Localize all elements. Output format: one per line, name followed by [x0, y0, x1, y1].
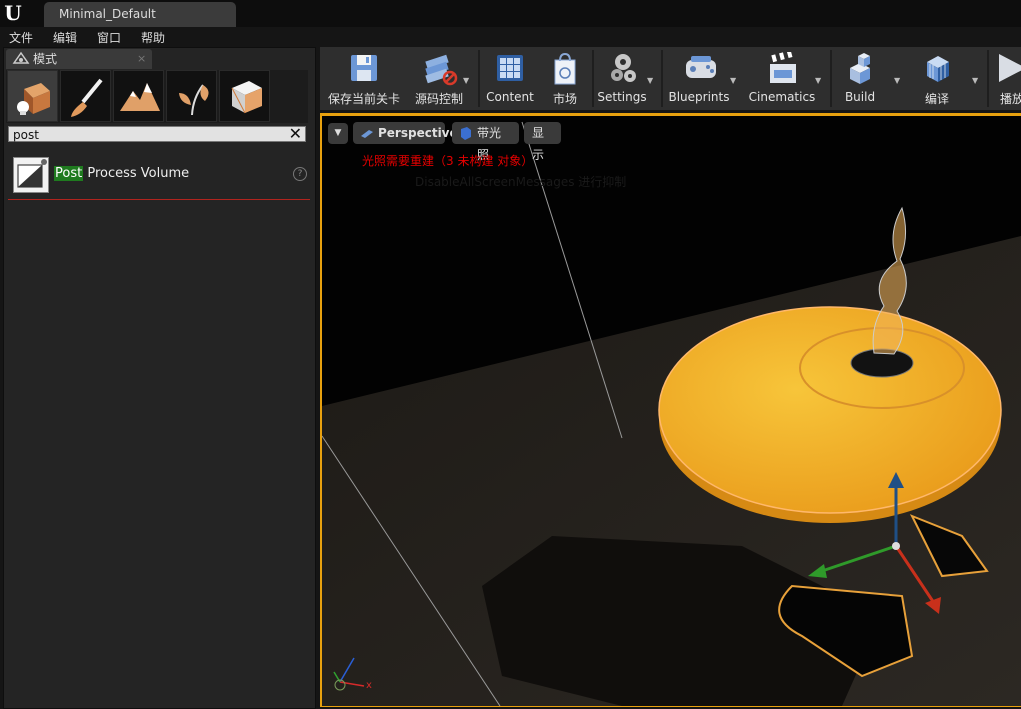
play-button[interactable]: 播放	[993, 47, 1021, 110]
save-icon	[348, 52, 380, 84]
list-item[interactable]: Post Process Volume ?	[8, 153, 310, 200]
help-icon[interactable]: ?	[293, 167, 307, 181]
landscape-mode-icon[interactable]	[113, 70, 164, 122]
scene-render	[322, 121, 1021, 706]
modes-panel: 模式 × post ✕ Post Process Volume ?	[3, 47, 316, 709]
build-dropdown-icon[interactable]: ▼	[894, 76, 900, 85]
cinematics-button[interactable]: Cinematics	[744, 47, 820, 110]
settings-icon	[607, 52, 639, 84]
cinematics-dropdown-icon[interactable]: ▼	[815, 76, 821, 85]
menu-bar: 文件 编辑 窗口 帮助	[0, 27, 1021, 46]
mode-toolbar	[6, 70, 308, 123]
compile-dropdown-icon[interactable]: ▼	[972, 76, 978, 85]
toolbar-separator	[830, 50, 832, 107]
level-viewport[interactable]: x ▼ Perspective 带光照 显示 光照需要重建（3 未构建 对象） …	[322, 116, 1021, 706]
content-icon	[494, 52, 526, 84]
marketplace-button[interactable]: 市场	[542, 47, 588, 110]
compile-button[interactable]: 编译	[912, 47, 962, 110]
build-button[interactable]: Build	[836, 47, 884, 110]
marketplace-icon	[549, 52, 581, 85]
blueprints-dropdown-icon[interactable]: ▼	[730, 76, 736, 85]
content-button[interactable]: Content	[484, 47, 536, 110]
source-control-icon	[422, 52, 458, 86]
lit-sphere-icon	[459, 122, 473, 151]
blueprints-button[interactable]: Blueprints	[667, 47, 731, 110]
post-process-volume-icon	[13, 157, 49, 193]
menu-window[interactable]: 窗口	[97, 29, 121, 46]
toolbar-separator	[478, 50, 480, 107]
level-editor-toolbar: 保存当前关卡 源码控制 ▼ Content 市场 Settings ▼ Blue…	[320, 47, 1021, 110]
menu-help[interactable]: 帮助	[141, 29, 165, 46]
modes-tab-label: 模式	[33, 52, 58, 66]
build-icon	[844, 52, 876, 84]
settings-dropdown-icon[interactable]: ▼	[647, 76, 653, 85]
level-tab[interactable]: Minimal_Default	[44, 2, 236, 27]
lighting-mode-button[interactable]: 带光照	[452, 122, 519, 162]
menu-edit[interactable]: 编辑	[53, 29, 77, 46]
search-value: post	[13, 128, 39, 142]
source-control-dropdown-icon[interactable]: ▼	[463, 76, 469, 85]
axis-x-label: x	[366, 680, 372, 691]
foliage-mode-icon[interactable]	[166, 70, 217, 122]
viewport-options-menu[interactable]: ▼	[328, 123, 348, 144]
source-control-button[interactable]: 源码控制	[410, 47, 468, 110]
place-mode-icon[interactable]	[7, 70, 58, 122]
search-input[interactable]: post ✕	[8, 125, 306, 143]
unreal-logo[interactable]: U	[0, 0, 26, 26]
toolbar-separator	[661, 50, 663, 107]
title-bar: U Minimal_Default	[0, 0, 1021, 27]
toolbar-separator	[592, 50, 594, 107]
settings-button[interactable]: Settings	[596, 47, 648, 110]
geometry-mode-icon[interactable]	[219, 70, 270, 122]
blueprints-icon	[683, 52, 716, 84]
show-flags-button[interactable]: 显示	[524, 122, 561, 162]
play-icon	[996, 52, 1021, 84]
menu-file[interactable]: 文件	[9, 29, 33, 46]
perspective-button[interactable]: Perspective	[353, 122, 458, 144]
suppress-messages-hint: DisableAllScreenMessages 进行抑制	[415, 175, 627, 189]
perspective-icon	[360, 122, 374, 151]
paint-mode-icon[interactable]	[60, 70, 111, 122]
save-button[interactable]: 保存当前关卡	[324, 47, 404, 110]
modes-tab[interactable]: 模式 ×	[6, 49, 152, 69]
close-icon[interactable]: ×	[137, 49, 146, 69]
compile-icon	[921, 52, 953, 84]
lighting-rebuild-warning: 光照需要重建（3 未构建 对象）	[362, 154, 534, 168]
cinematics-icon	[766, 49, 798, 84]
result-label: Post Process Volume	[54, 166, 190, 181]
search-highlight: Post	[54, 166, 84, 181]
toolbar-separator	[987, 50, 989, 107]
clear-search-icon[interactable]: ✕	[289, 125, 302, 143]
